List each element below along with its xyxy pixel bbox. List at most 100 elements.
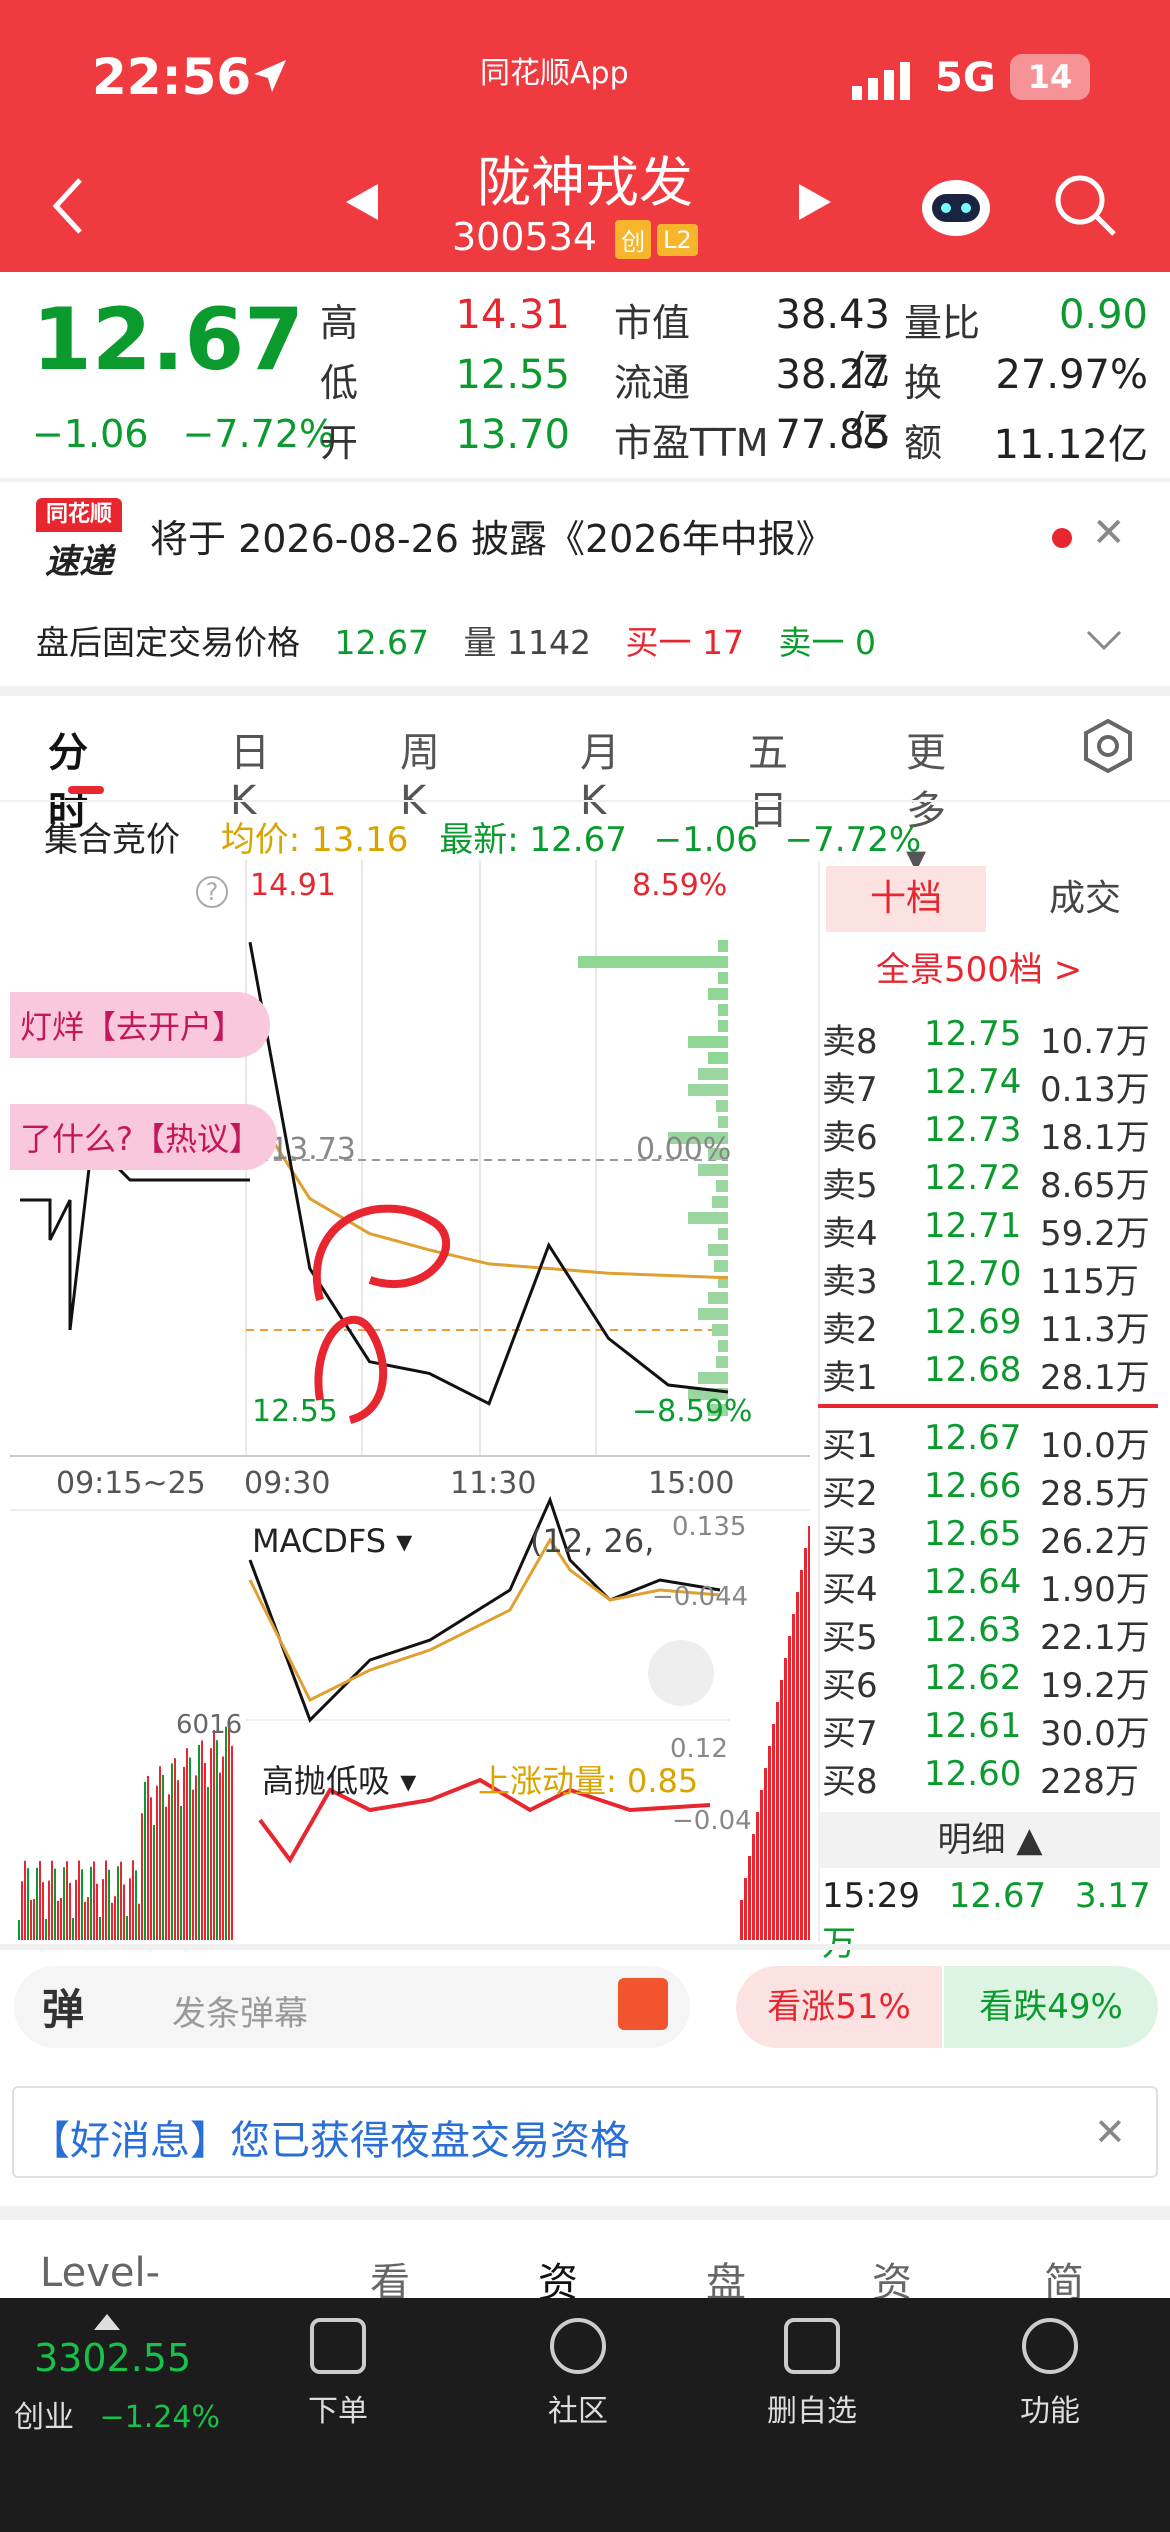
ob-label: 买3 <box>822 1522 878 1562</box>
volume-profile-bar <box>718 1020 728 1032</box>
detail-toggle[interactable]: 明细 ▲ <box>820 1812 1160 1868</box>
volume-bar <box>144 1781 146 1940</box>
bid-row[interactable]: 买6 12.62 19.2万 <box>820 1658 1160 1706</box>
nav-functions[interactable]: 功能 <box>980 2318 1120 2430</box>
ob-label: 卖3 <box>822 1262 878 1302</box>
nav-order[interactable]: 下单 <box>268 2318 408 2430</box>
volume-bar <box>796 1592 799 1940</box>
minus-square-icon <box>784 2318 840 2374</box>
ask-row[interactable]: 卖2 12.69 11.3万 <box>820 1302 1160 1350</box>
bid-row[interactable]: 买5 12.63 22.1万 <box>820 1610 1160 1658</box>
fullscreen-icon[interactable] <box>648 1640 714 1706</box>
close-icon[interactable]: ✕ <box>1094 2110 1126 2154</box>
ob-price: 12.70 <box>924 1254 1022 1294</box>
news-banner[interactable]: 【好消息】您已获得夜盘交易资格 ✕ <box>12 2086 1158 2178</box>
volume-bar <box>748 1856 751 1940</box>
indicator-selector[interactable]: 高抛低吸 ▾ <box>262 1756 416 1802</box>
ob-vol: 1.90万 <box>1040 1570 1150 1610</box>
quote-label: 额 <box>904 421 943 465</box>
signal-icon <box>852 62 910 100</box>
tab-1[interactable]: 日K <box>230 720 270 824</box>
volume-bar <box>90 1866 92 1940</box>
ob-vol: 59.2万 <box>1040 1214 1150 1254</box>
triangle-up-icon <box>94 2314 120 2330</box>
price-change: −1.06 −7.72% <box>32 412 335 456</box>
volume-bar <box>30 1899 32 1940</box>
bearish-vote-button[interactable]: 看跌49% <box>944 1966 1158 2048</box>
volume-bar <box>186 1748 188 1940</box>
bullish-vote-button[interactable]: 看涨51% <box>736 1966 942 2048</box>
ask-row[interactable]: 卖8 12.75 10.7万 <box>820 1014 1160 1062</box>
danmu-input-bar[interactable]: 弹 发条弹幕 <box>14 1966 690 2048</box>
nav-remove-watchlist[interactable]: 删自选 <box>742 2318 882 2430</box>
ask-row[interactable]: 卖5 12.72 8.65万 <box>820 1158 1160 1206</box>
volume-profile-bar <box>698 1308 728 1320</box>
bid-row[interactable]: 买2 12.66 28.5万 <box>820 1466 1160 1514</box>
bid-row[interactable]: 买8 12.60 228万 <box>820 1754 1160 1802</box>
active-tab-indicator <box>68 786 104 794</box>
volume-bar <box>792 1614 795 1940</box>
volume-bar <box>123 1884 125 1940</box>
volume-bar <box>213 1730 215 1940</box>
settings-hex-icon[interactable] <box>1080 718 1136 774</box>
index-value[interactable]: 3302.55 <box>34 2336 191 2380</box>
ob-price: 12.60 <box>924 1754 1022 1794</box>
macd-selector[interactable]: MACDFS ▾ <box>252 1522 412 1560</box>
volume-bar <box>192 1789 194 1940</box>
volume-bar <box>198 1745 200 1940</box>
help-icon[interactable]: ? <box>196 876 228 908</box>
bid-row[interactable]: 买1 12.67 10.0万 <box>820 1418 1160 1466</box>
volume-profile-bar <box>708 1244 728 1256</box>
volume-bar <box>42 1882 44 1940</box>
chart-top-pct: 8.59% <box>632 868 728 903</box>
tab-level10[interactable]: 十档 <box>826 866 986 932</box>
volume-bar <box>18 1920 20 1940</box>
chevron-down-icon[interactable] <box>1086 628 1122 652</box>
ask-row[interactable]: 卖6 12.73 18.1万 <box>820 1110 1160 1158</box>
close-icon[interactable]: ✕ <box>1092 510 1126 556</box>
ask-row[interactable]: 卖4 12.71 59.2万 <box>820 1206 1160 1254</box>
ob-vol: 10.7万 <box>1040 1022 1150 1062</box>
ob-label: 买4 <box>822 1570 878 1610</box>
hot-topic-bubble[interactable]: 了什么?【热议】 <box>10 1104 277 1170</box>
auction-label[interactable]: 集合竞价 <box>44 820 180 860</box>
volume-bar <box>756 1812 759 1940</box>
ask-row[interactable]: 卖3 12.70 115万 <box>820 1254 1160 1302</box>
volume-bar <box>204 1763 206 1940</box>
index-bar[interactable]: 创业 −1.24% <box>14 2392 220 2436</box>
latest-pct: −7.72% <box>784 820 922 860</box>
search-icon[interactable] <box>1052 172 1118 238</box>
promo-bubble[interactable]: 灯烊【去开户】 <box>10 992 271 1058</box>
bid-row[interactable]: 买7 12.61 30.0万 <box>820 1706 1160 1754</box>
volume-bar <box>96 1883 98 1940</box>
panorama-link[interactable]: 全景500档 > <box>876 942 1082 991</box>
bid-row[interactable]: 买4 12.64 1.90万 <box>820 1562 1160 1610</box>
after-hours-bar[interactable]: 盘后固定交易价格 12.67 量 1142 买一 17 卖一 0 <box>36 616 876 664</box>
gift-icon[interactable] <box>618 1978 668 2030</box>
nav-community[interactable]: 社区 <box>508 2318 648 2430</box>
menu-circle-icon <box>1022 2318 1078 2374</box>
tab-3[interactable]: 月K <box>580 720 620 824</box>
volume-bar <box>36 1867 38 1940</box>
ask-row[interactable]: 卖7 12.74 0.13万 <box>820 1062 1160 1110</box>
volume-bar <box>126 1915 128 1940</box>
nav-remove-label: 删自选 <box>767 2394 857 2429</box>
volume-bar <box>804 1548 807 1940</box>
ob-label: 卖8 <box>822 1022 878 1062</box>
ob-label: 买8 <box>822 1762 878 1802</box>
tab-trades[interactable]: 成交 <box>1010 866 1160 932</box>
volume-bar <box>764 1768 767 1940</box>
ask-row[interactable]: 卖1 12.68 28.1万 <box>820 1350 1160 1398</box>
robot-assistant-icon[interactable] <box>918 170 994 240</box>
volume-bar <box>114 1896 116 1940</box>
volume-bar <box>117 1866 119 1940</box>
bid-row[interactable]: 买3 12.65 26.2万 <box>820 1514 1160 1562</box>
volume-bar <box>800 1570 803 1940</box>
notice-text[interactable]: 将于 2026-08-26 披露《2026年中报》 <box>150 508 834 563</box>
ob-label: 买5 <box>822 1618 878 1658</box>
tab-2[interactable]: 周K <box>400 720 440 824</box>
volume-profile-bar <box>718 1004 728 1016</box>
news-logo-top: 同花顺 <box>36 498 122 532</box>
quote-label: 高 <box>320 301 359 345</box>
next-stock-icon[interactable] <box>795 182 835 222</box>
